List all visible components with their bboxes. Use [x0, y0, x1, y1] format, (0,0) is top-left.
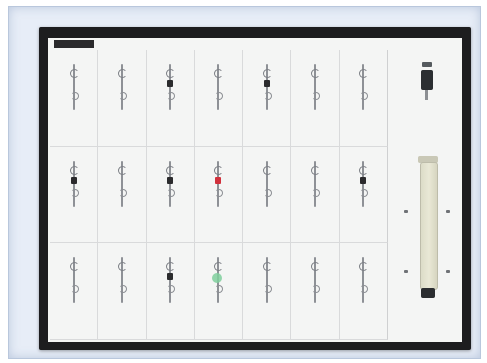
- hook-sample: [310, 160, 321, 207]
- specimen-grid: [50, 50, 388, 340]
- hook-sample: [165, 64, 176, 110]
- specimen-cell: [291, 50, 340, 147]
- specimen-cell: [339, 146, 388, 244]
- hook-sample: [212, 257, 224, 304]
- specimen-cell: [98, 146, 147, 244]
- left-tick: [404, 270, 408, 273]
- specimen-cell: [339, 50, 388, 147]
- hook-sample: [213, 64, 224, 110]
- hook-sample: [310, 64, 321, 110]
- specimen-cell: [194, 146, 244, 244]
- fixture-sample: [419, 62, 435, 100]
- specimen-cell: [146, 50, 195, 147]
- right-tick: [446, 270, 450, 273]
- hook-sample: [358, 257, 369, 304]
- right-tick: [446, 210, 450, 213]
- hook-sample: [117, 160, 127, 207]
- side-column: [394, 50, 460, 340]
- specimen-cell: [291, 243, 340, 340]
- hook-sample: [358, 64, 369, 110]
- display-board: [39, 27, 471, 350]
- specimen-cell: [50, 146, 99, 244]
- hook-sample: [117, 64, 127, 110]
- specimen-cell: [194, 243, 244, 340]
- hook-sample: [69, 257, 79, 304]
- hook-sample: [213, 160, 224, 207]
- hook-sample: [69, 64, 79, 110]
- specimen-cell: [339, 243, 388, 340]
- specimen-cell: [243, 243, 292, 340]
- hook-sample: [310, 257, 321, 304]
- specimen-cell: [146, 146, 195, 244]
- image-mat: [8, 6, 481, 359]
- hook-sample: [117, 257, 127, 304]
- hook-sample: [69, 160, 79, 207]
- specimen-cell: [98, 50, 147, 147]
- hook-sample: [262, 160, 272, 207]
- hook-sample: [165, 160, 176, 207]
- specimen-cell: [146, 243, 195, 340]
- board-title: [166, 40, 346, 48]
- hook-sample: [358, 160, 369, 207]
- brand-logo: [54, 40, 94, 48]
- hook-sample: [262, 64, 272, 110]
- tube-sample: [420, 162, 438, 290]
- specimen-cell: [98, 243, 147, 340]
- tube-base: [421, 288, 435, 298]
- specimen-cell: [243, 50, 292, 147]
- specimen-cell: [243, 146, 292, 244]
- specimen-cell: [50, 243, 99, 340]
- hook-sample: [262, 257, 272, 304]
- hook-sample: [165, 257, 176, 304]
- specimen-cell: [291, 146, 340, 244]
- specimen-panel: [48, 38, 462, 342]
- specimen-cell: [194, 50, 244, 147]
- specimen-cell: [50, 50, 99, 147]
- left-tick: [404, 210, 408, 213]
